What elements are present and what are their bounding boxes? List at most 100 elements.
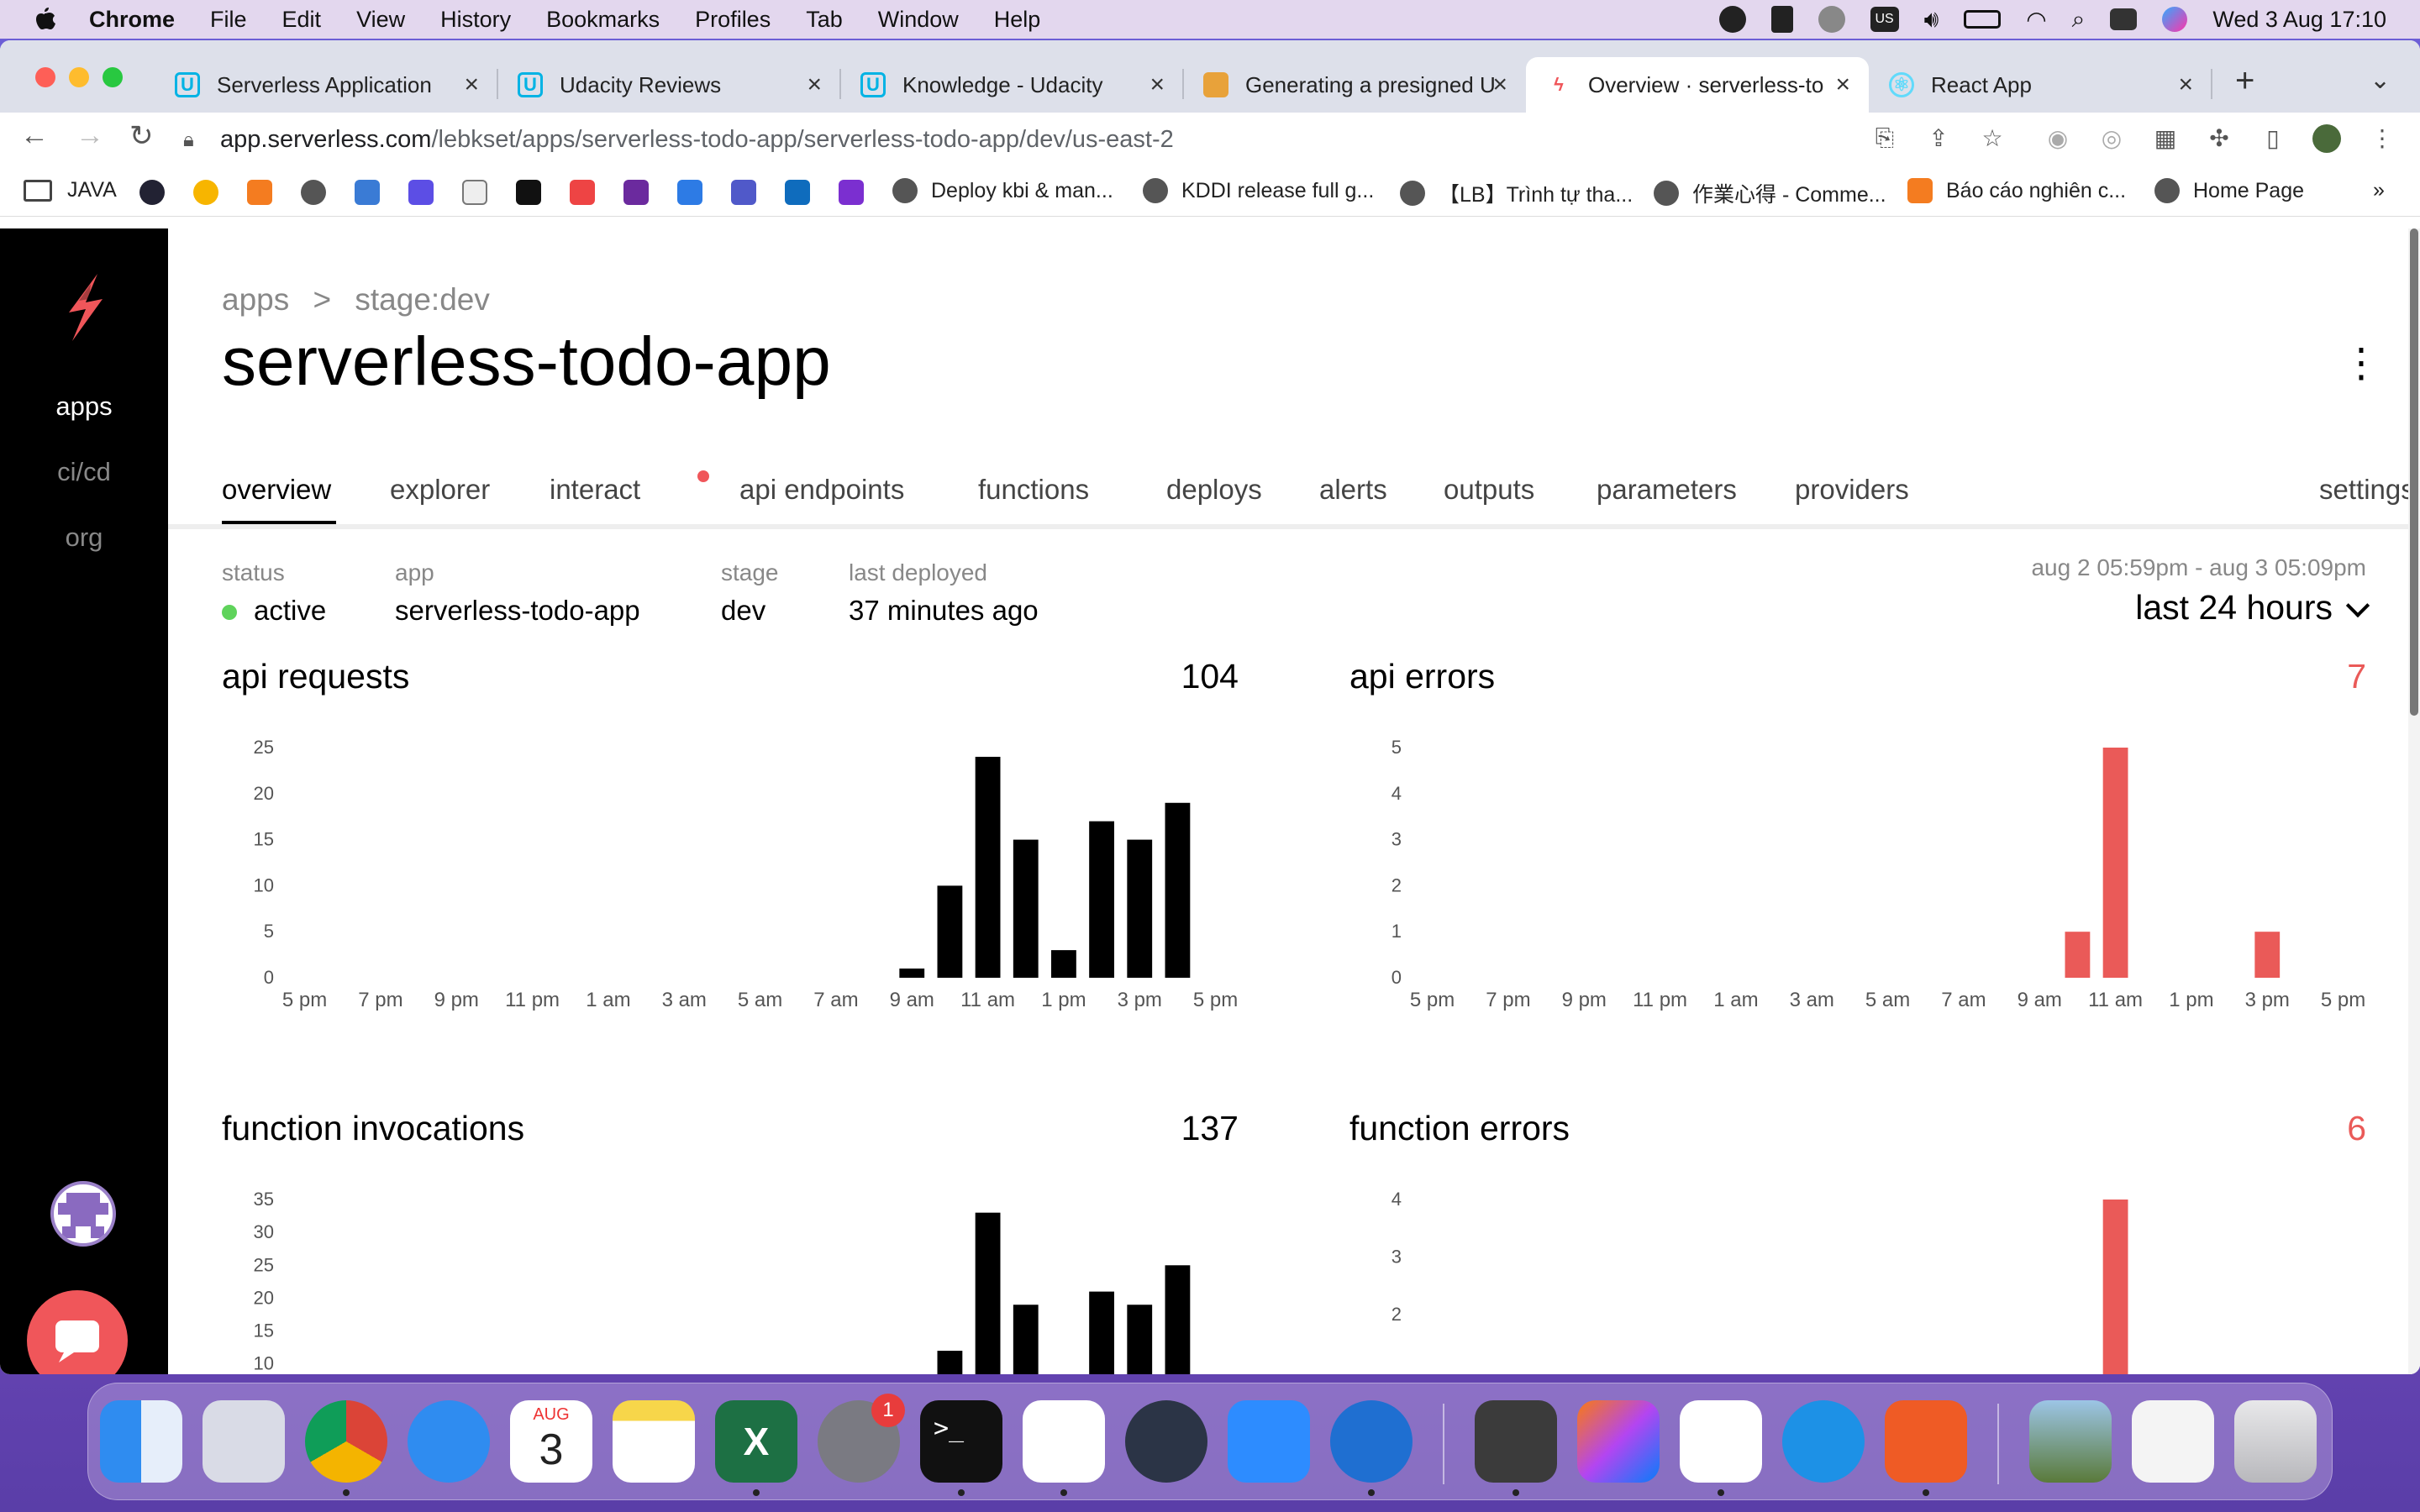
preview-icon[interactable] — [2132, 1400, 2214, 1483]
extension-icon[interactable]: ◎ — [2097, 124, 2126, 153]
close-tab-icon[interactable]: × — [1492, 71, 1507, 99]
avatar[interactable] — [50, 1181, 116, 1247]
bookmark-item[interactable]: Home Page — [2154, 178, 2304, 203]
menu-edit[interactable]: Edit — [282, 7, 322, 33]
menu-file[interactable]: File — [210, 7, 247, 33]
forward-icon[interactable]: → — [76, 119, 104, 152]
function-invocations-chart[interactable]: 10 15 20 25 30 35 — [222, 1184, 1239, 1374]
tab-providers[interactable]: providers — [1795, 474, 1909, 506]
menu-help[interactable]: Help — [994, 7, 1041, 33]
qr-code-icon[interactable]: ▦ — [2151, 124, 2180, 153]
teams-icon[interactable] — [731, 180, 756, 205]
translate-icon[interactable]: ⎘ — [1870, 124, 1899, 153]
menu-app-name[interactable]: Chrome — [89, 7, 175, 33]
tab-deploys[interactable]: deploys — [1166, 474, 1262, 506]
menu-clock[interactable]: Wed 3 Aug 17:10 — [2212, 7, 2386, 33]
safari-icon[interactable] — [408, 1400, 490, 1483]
serverless-logo-icon[interactable] — [57, 274, 113, 341]
breadcrumb-stage[interactable]: stage:dev — [355, 282, 489, 317]
sidebar-item-cicd[interactable]: ci/cd — [0, 457, 168, 487]
bookmark-item[interactable]: Deploy kbi & man... — [892, 178, 1113, 203]
tab-api-endpoints[interactable]: api endpoints — [739, 474, 904, 506]
new-tab-button[interactable]: + — [2235, 62, 2254, 100]
tab-interact[interactable]: interact — [550, 474, 640, 506]
scrollbar-thumb[interactable] — [2410, 228, 2418, 716]
vscode-icon[interactable] — [1680, 1400, 1762, 1483]
browser-tab[interactable]: U Knowledge - Udacity × — [840, 57, 1184, 113]
reload-icon[interactable]: ↻ — [129, 119, 154, 153]
browser-tab[interactable]: U Serverless Application × — [155, 57, 498, 113]
input-source-icon[interactable]: US — [1870, 7, 1899, 32]
tab-functions[interactable]: functions — [978, 474, 1089, 506]
bookmark-folder[interactable]: JAVA — [24, 178, 117, 202]
sidebar-item-org[interactable]: org — [0, 522, 168, 553]
postman-icon[interactable] — [1885, 1400, 1967, 1483]
wifi-icon[interactable]: ◠ — [2026, 6, 2046, 34]
sidebar-item-apps[interactable]: apps — [0, 391, 168, 422]
battery-icon[interactable] — [1964, 10, 2002, 29]
tab-explorer[interactable]: explorer — [390, 474, 490, 506]
breadcrumb-apps[interactable]: apps — [222, 282, 289, 317]
bookmark-icon[interactable] — [193, 180, 218, 205]
api-requests-chart[interactable]: 0 5 10 15 20 25 5 pm 7 pm 9 pm 11 pm 1 am 3 am 5 am 7… — [222, 732, 1239, 1018]
close-tab-icon[interactable]: × — [2178, 71, 2193, 99]
chat-support-button[interactable] — [27, 1290, 128, 1374]
menu-tab[interactable]: Tab — [806, 7, 843, 33]
apple-icon[interactable] — [32, 6, 57, 33]
bookmark-icon[interactable] — [623, 180, 649, 205]
time-period-dropdown[interactable]: last 24 hours — [2135, 588, 2370, 627]
bookmark-icon[interactable] — [247, 180, 272, 205]
close-tab-icon[interactable]: × — [807, 71, 822, 99]
bookmark-item[interactable]: Báo cáo nghiên c... — [1907, 178, 2126, 203]
calendar-icon[interactable]: AUG 3 — [510, 1400, 592, 1483]
address-bar[interactable]: 🔒︎ app.serverless.com/lebkset/apps/serve… — [183, 118, 1998, 161]
browser-tab[interactable]: U Udacity Reviews × — [497, 57, 841, 113]
minimize-window-button[interactable] — [69, 67, 89, 87]
tab-search-icon[interactable]: ⌄ — [2370, 66, 2391, 95]
more-options-icon[interactable]: ⋮ — [2341, 344, 2381, 384]
github-icon[interactable] — [516, 180, 541, 205]
tab-settings[interactable]: settings — [2319, 474, 2415, 506]
close-tab-icon[interactable]: × — [464, 71, 479, 99]
back-icon[interactable]: ← — [20, 119, 49, 152]
bookmarks-overflow-icon[interactable]: » — [2373, 178, 2385, 202]
slack-icon[interactable] — [1023, 1400, 1105, 1483]
menu-view[interactable]: View — [356, 7, 405, 33]
zoom-icon[interactable] — [1228, 1400, 1310, 1483]
page-scrollbar[interactable] — [2408, 228, 2420, 1374]
api-errors-chart[interactable]: 0 1 2 3 4 5 5 pm 7 pm 9 pm 11 pm 1 am 3 am 5 am 7 am 9… — [1349, 732, 2366, 1018]
tab-overview[interactable]: overview — [222, 474, 331, 506]
tab-alerts[interactable]: alerts — [1319, 474, 1387, 506]
trash-icon[interactable] — [2234, 1400, 2317, 1483]
lock-icon[interactable]: 🔒︎ — [183, 129, 205, 151]
menu-profiles[interactable]: Profiles — [695, 7, 771, 33]
chrome-menu-icon[interactable]: ⋮ — [2368, 124, 2396, 153]
bookmark-item[interactable]: KDDI release full g... — [1143, 178, 1374, 203]
puzzle-extensions-icon[interactable]: ✣ — [2205, 124, 2233, 153]
sourcetree-icon[interactable] — [1330, 1400, 1413, 1483]
control-center-icon[interactable] — [2110, 8, 2138, 30]
launchpad-icon[interactable] — [203, 1400, 285, 1483]
function-errors-chart[interactable]: 2 3 4 — [1349, 1184, 2366, 1374]
excel-icon[interactable]: X — [715, 1400, 797, 1483]
bookmark-item[interactable]: 作業心得 - Comme... — [1654, 178, 1886, 208]
camera-extension-icon[interactable]: ◉ — [2044, 124, 2072, 153]
zoom-window-button[interactable] — [103, 67, 123, 87]
vpn-globe-icon[interactable] — [1818, 6, 1845, 33]
menu-window[interactable]: Window — [878, 7, 959, 33]
menu-bookmarks[interactable]: Bookmarks — [546, 7, 660, 33]
photos-icon[interactable] — [2029, 1400, 2112, 1483]
bookmark-icon[interactable] — [839, 180, 864, 205]
finder-icon[interactable] — [100, 1400, 182, 1483]
close-tab-icon[interactable]: × — [1150, 71, 1165, 99]
terminal-icon[interactable]: >_ — [920, 1400, 1002, 1483]
bookmark-icon[interactable] — [570, 180, 595, 205]
browser-tab[interactable]: Generating a presigned U × — [1183, 57, 1526, 113]
sublime-icon[interactable] — [1475, 1400, 1557, 1483]
intellij-icon[interactable] — [1577, 1400, 1660, 1483]
outlook-icon[interactable] — [785, 180, 810, 205]
close-window-button[interactable] — [35, 67, 55, 87]
browser-tab[interactable]: ⚛ React App × — [1869, 57, 2212, 113]
bookmark-icon[interactable] — [677, 180, 702, 205]
tab-outputs[interactable]: outputs — [1444, 474, 1534, 506]
